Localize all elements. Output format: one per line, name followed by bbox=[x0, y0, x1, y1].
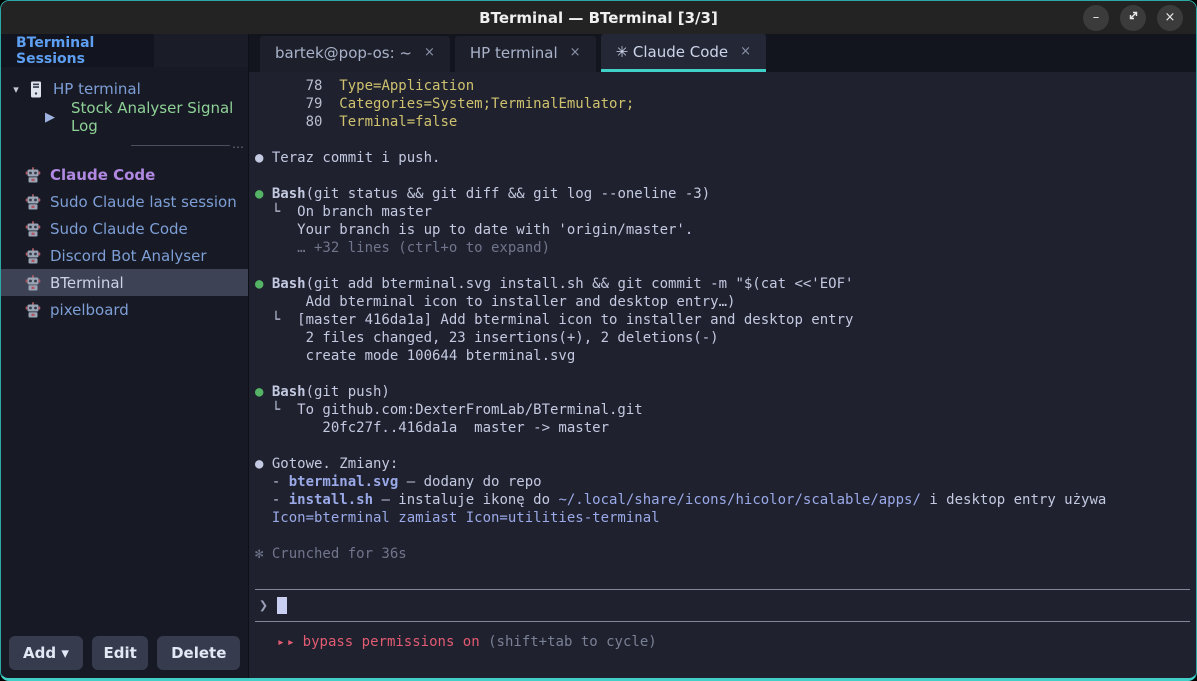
terminal-line: 80 Terminal=false bbox=[255, 113, 1190, 131]
shortcut-hint: (shift+tab to cycle) bbox=[488, 634, 657, 650]
session-item-discord-bot-analyser[interactable]: Discord Bot Analyser bbox=[1, 242, 248, 269]
computer-icon bbox=[25, 81, 47, 98]
terminal-line: ● Bash(git status && git diff && git log… bbox=[255, 185, 1190, 203]
session-item-claude-code[interactable]: Claude Code bbox=[1, 161, 248, 188]
session-item-sudo-claude-code[interactable]: Sudo Claude Code bbox=[1, 215, 248, 242]
session-label: Discord Bot Analyser bbox=[50, 247, 206, 265]
tab-claude-code[interactable]: ✳ Claude Code × bbox=[601, 34, 767, 72]
tab-label: ✳ Claude Code bbox=[616, 43, 729, 61]
divider-line bbox=[131, 145, 230, 146]
close-icon: × bbox=[1165, 10, 1176, 25]
tab-bar: bartek@pop-os: ~×HP terminal×✳ Claude Co… bbox=[249, 34, 1196, 72]
session-label: Claude Code bbox=[50, 166, 155, 184]
fast-forward-icon: ▸▸ bbox=[277, 635, 297, 650]
session-label: BTerminal bbox=[50, 274, 124, 292]
terminal-line: - bterminal.svg — dodany do repo bbox=[255, 473, 1190, 491]
terminal-line: Add bterminal icon to installer and desk… bbox=[255, 293, 1190, 311]
status-line: ▸▸ bypass permissions on (shift+tab to cy… bbox=[255, 622, 1190, 678]
terminal-line bbox=[255, 527, 1190, 545]
session-label: Sudo Claude Code bbox=[50, 220, 188, 238]
terminal-line: ● Teraz commit i push. bbox=[255, 149, 1190, 167]
session-item-pixelboard[interactable]: pixelboard bbox=[1, 296, 248, 323]
edit-button[interactable]: Edit bbox=[92, 636, 149, 670]
terminal-line bbox=[255, 365, 1190, 383]
terminal-line bbox=[255, 131, 1190, 149]
tab-label: bartek@pop-os: ~ bbox=[275, 44, 412, 62]
sessions-panel-tab[interactable]: BTerminal Sessions bbox=[1, 34, 154, 67]
robot-icon bbox=[25, 221, 41, 237]
robot-icon bbox=[25, 275, 41, 291]
tab-label: HP terminal bbox=[470, 44, 558, 62]
session-item-bterminal[interactable]: BTerminal bbox=[1, 269, 248, 296]
tree-divider: … bbox=[1, 137, 248, 153]
delete-button[interactable]: Delete bbox=[157, 636, 240, 670]
window-title: BTerminal — BTerminal [3/3] bbox=[1, 9, 1196, 27]
terminal-line: 20fc27f..416da1a master -> master bbox=[255, 419, 1190, 437]
ellipsis-icon: … bbox=[232, 137, 244, 151]
terminal-line: Icon=bterminal zamiast Icon=utilities-te… bbox=[255, 509, 1190, 527]
terminal-line: ● Bash(git add bterminal.svg install.sh … bbox=[255, 275, 1190, 293]
tab-hp-terminal[interactable]: HP terminal × bbox=[455, 36, 596, 72]
add-button[interactable]: Add ▾ bbox=[9, 636, 83, 670]
terminal-line bbox=[255, 257, 1190, 275]
play-icon: ▶ bbox=[45, 110, 55, 125]
text-cursor bbox=[277, 597, 287, 614]
robot-icon bbox=[25, 248, 41, 264]
sidebar-buttons: Add ▾ Edit Delete bbox=[1, 628, 248, 678]
sidebar-header: BTerminal Sessions bbox=[1, 34, 248, 67]
tab-bartek-pop-os[interactable]: bartek@pop-os: ~ × bbox=[260, 36, 450, 72]
tree-item-label: HP terminal bbox=[53, 80, 141, 98]
terminal-line bbox=[255, 437, 1190, 455]
tree-item-stock-analyser[interactable]: ▶ Stock Analyser Signal Log bbox=[1, 103, 248, 131]
terminal-line: create mode 100644 bterminal.svg bbox=[255, 347, 1190, 365]
prompt-icon: ❯ bbox=[259, 597, 268, 614]
terminal-line: 2 files changed, 23 insertions(+), 2 del… bbox=[255, 329, 1190, 347]
terminal-line: 78 Type=Application bbox=[255, 77, 1190, 95]
session-item-sudo-claude-last-session[interactable]: Sudo Claude last session bbox=[1, 188, 248, 215]
session-list: Claude Code Sudo Claude last session Sudo … bbox=[1, 161, 248, 323]
bypass-permissions-label: bypass permissions on bbox=[303, 634, 480, 650]
app-window: BTerminal — BTerminal [3/3] – × BTermina… bbox=[0, 0, 1197, 681]
robot-icon bbox=[25, 302, 41, 318]
session-label: pixelboard bbox=[50, 301, 129, 319]
maximize-icon bbox=[1128, 10, 1139, 25]
terminal-line: └ [master 416da1a] Add bterminal icon to… bbox=[255, 311, 1190, 329]
terminal-line: ✻ Crunched for 36s bbox=[255, 545, 1190, 563]
tab-close-icon[interactable]: × bbox=[424, 45, 435, 60]
terminal-line: … +32 lines (ctrl+o to expand) bbox=[255, 239, 1190, 257]
terminal-pane: bartek@pop-os: ~×HP terminal×✳ Claude Co… bbox=[249, 34, 1196, 678]
terminal-output: 78 Type=Application 79 Categories=System… bbox=[255, 77, 1190, 563]
main-split: BTerminal Sessions ▾ HP terminal ▶ Stock… bbox=[1, 34, 1196, 678]
tab-close-icon[interactable]: × bbox=[740, 44, 751, 59]
terminal-line: 79 Categories=System;TerminalEmulator; bbox=[255, 95, 1190, 113]
terminal-line: - install.sh — instaluje ikonę do ~/.loc… bbox=[255, 491, 1190, 509]
robot-icon bbox=[25, 167, 41, 183]
terminal-line: ● Gotowe. Zmiany: bbox=[255, 455, 1190, 473]
minimize-button[interactable]: – bbox=[1083, 5, 1109, 31]
sessions-panel-title: BTerminal Sessions bbox=[16, 35, 154, 67]
sessions-sidebar: BTerminal Sessions ▾ HP terminal ▶ Stock… bbox=[1, 34, 249, 678]
tree-child-label: Stock Analyser Signal Log bbox=[71, 99, 248, 135]
terminal-view[interactable]: 78 Type=Application 79 Categories=System… bbox=[249, 72, 1196, 678]
sessions-tree: ▾ HP terminal ▶ Stock Analyser Signal Lo… bbox=[1, 67, 248, 628]
maximize-button[interactable] bbox=[1120, 5, 1146, 31]
terminal-line: Your branch is up to date with 'origin/m… bbox=[255, 221, 1190, 239]
minimize-icon: – bbox=[1093, 10, 1100, 25]
chevron-down-icon[interactable]: ▾ bbox=[1, 83, 23, 96]
cycle-hint bbox=[480, 634, 488, 650]
title-bar: BTerminal — BTerminal [3/3] – × bbox=[1, 1, 1196, 34]
robot-icon bbox=[25, 194, 41, 210]
close-button[interactable]: × bbox=[1157, 5, 1183, 31]
terminal-line: └ On branch master bbox=[255, 203, 1190, 221]
claude-input-box[interactable]: ❯ bbox=[255, 589, 1190, 622]
terminal-line bbox=[255, 167, 1190, 185]
terminal-line: └ To github.com:DexterFromLab/BTerminal.… bbox=[255, 401, 1190, 419]
tab-close-icon[interactable]: × bbox=[570, 45, 581, 60]
session-label: Sudo Claude last session bbox=[50, 193, 237, 211]
terminal-line: ● Bash(git push) bbox=[255, 383, 1190, 401]
